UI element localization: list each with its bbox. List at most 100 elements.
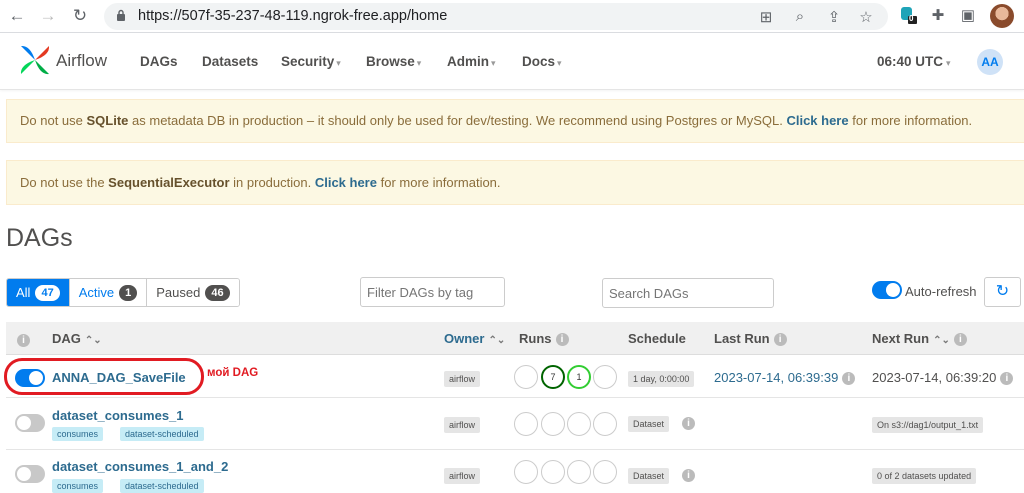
table-row: dataset_consumes_1 consumes dataset-sche… <box>6 398 1024 450</box>
page-title: DAGs <box>6 224 73 252</box>
info-icon[interactable]: i <box>682 469 695 482</box>
tag-chip[interactable]: dataset-scheduled <box>120 427 204 441</box>
tag-chip[interactable]: dataset-scheduled <box>120 479 204 493</box>
run-state-circle[interactable] <box>593 460 617 484</box>
info-icon[interactable]: i <box>682 417 695 430</box>
search-dags-input[interactable] <box>602 278 774 308</box>
tag-filter-input[interactable] <box>360 277 505 307</box>
info-icon[interactable]: i <box>555 333 569 347</box>
schedule-label[interactable]: 1 day, 0:00:00 <box>628 371 695 387</box>
zoom-icon[interactable]: ⌕ <box>790 8 810 25</box>
reload-icon[interactable]: ↻ <box>69 6 91 26</box>
dag-link[interactable]: dataset_consumes_1 <box>52 408 184 423</box>
next-run-dataset-label[interactable]: 0 of 2 datasets updated <box>872 468 977 484</box>
last-run-link[interactable]: 2023-07-14, 06:39:39 i <box>714 370 856 386</box>
menu-browse[interactable]: Browse ▾ <box>366 54 421 69</box>
share-icon[interactable]: ⇪ <box>824 8 844 26</box>
menu-dags[interactable]: DAGs <box>140 54 178 69</box>
run-state-circle[interactable] <box>514 365 538 389</box>
bookmark-star-icon[interactable]: ☆ <box>856 8 876 26</box>
tag-chip[interactable]: consumes <box>52 427 104 441</box>
annotation-highlight-ellipse <box>4 358 204 395</box>
autorefresh-toggle[interactable] <box>872 281 902 299</box>
executor-warning-alert: Do not use the SequentialExecutor in pro… <box>6 160 1024 205</box>
run-state-circle[interactable] <box>593 365 617 389</box>
next-run-value: 2023-07-14, 06:39:20 i <box>872 370 1014 386</box>
extension-badge: 0 <box>909 14 914 23</box>
run-state-circle-success[interactable]: 7 <box>541 365 565 389</box>
paused-count-badge: 46 <box>205 284 230 301</box>
run-state-circle-running[interactable]: 1 <box>567 365 591 389</box>
sqlite-info-link[interactable]: Click here <box>786 113 848 128</box>
refresh-icon: ↻ <box>995 283 1010 300</box>
column-dag[interactable]: DAG ⌃⌄ <box>52 331 102 346</box>
dag-table-header: i DAG ⌃⌄ Owner ⌃⌄ Runs i Schedule Last Run i… <box>6 322 1024 355</box>
puzzle-icon[interactable]: ✚ <box>928 6 948 26</box>
all-count-badge: 47 <box>35 284 60 301</box>
schedule-label[interactable]: Dataset <box>628 416 670 432</box>
run-state-circle[interactable] <box>593 412 617 436</box>
menu-security[interactable]: Security ▾ <box>281 54 341 69</box>
run-state-circle[interactable] <box>567 460 591 484</box>
extension-icon[interactable]: 0 <box>898 6 918 26</box>
user-avatar[interactable]: AA <box>977 49 1003 75</box>
address-bar[interactable]: https://507f-35-237-48-119.ngrok-free.ap… <box>104 3 888 30</box>
column-last-run: Last Run i <box>714 331 787 347</box>
owner-label[interactable]: airflow <box>444 417 481 433</box>
info-icon[interactable]: i <box>842 372 856 386</box>
column-next-run[interactable]: Next Run ⌃⌄ i <box>872 331 967 347</box>
owner-label[interactable]: airflow <box>444 468 481 484</box>
info-icon[interactable]: i <box>1000 372 1014 386</box>
executor-info-link[interactable]: Click here <box>315 175 377 190</box>
menu-admin[interactable]: Admin ▾ <box>447 54 496 69</box>
column-owner[interactable]: Owner ⌃⌄ <box>444 331 505 346</box>
autorefresh-label: Auto-refresh <box>905 284 977 299</box>
airflow-logo-icon[interactable] <box>18 43 52 77</box>
schedule-label[interactable]: Dataset <box>628 468 670 484</box>
forward-arrow-icon[interactable]: → <box>37 6 59 26</box>
tag-chip[interactable]: consumes <box>52 479 104 493</box>
lock-icon <box>117 9 125 21</box>
status-filter-group: All 47 Active 1 Paused 46 <box>6 278 240 307</box>
run-state-circle[interactable] <box>541 412 565 436</box>
browser-profile-avatar[interactable] <box>990 4 1014 28</box>
run-state-circle[interactable] <box>514 412 538 436</box>
run-state-circle[interactable] <box>514 460 538 484</box>
dag-pause-toggle[interactable] <box>15 465 45 483</box>
annotation-label: мой DAG <box>207 367 259 379</box>
sort-icon: ⌃⌄ <box>488 335 506 346</box>
dag-link[interactable]: dataset_consumes_1_and_2 <box>52 459 228 474</box>
airflow-navbar: Airflow DAGs Datasets Security ▾ Browse ▾ … <box>0 33 1024 90</box>
dag-pause-toggle[interactable] <box>15 414 45 432</box>
brand-name[interactable]: Airflow <box>56 51 107 71</box>
filter-paused-button[interactable]: Paused 46 <box>147 279 239 306</box>
menu-datasets[interactable]: Datasets <box>202 54 258 69</box>
info-icon[interactable]: i <box>17 332 30 348</box>
chevron-down-icon: ▾ <box>491 58 496 68</box>
chevron-down-icon: ▾ <box>336 58 341 68</box>
sort-icon: ⌃⌄ <box>933 335 950 346</box>
utc-clock[interactable]: 06:40 UTC ▾ <box>877 54 951 69</box>
column-schedule: Schedule <box>628 331 686 346</box>
active-count-badge: 1 <box>119 284 138 301</box>
back-arrow-icon[interactable]: ← <box>6 6 28 26</box>
menu-docs[interactable]: Docs ▾ <box>522 54 562 69</box>
next-run-dataset-label[interactable]: On s3://dag1/output_1.txt <box>872 417 984 433</box>
column-runs: Runs i <box>519 331 569 347</box>
info-icon[interactable]: i <box>953 333 967 347</box>
filter-all-button[interactable]: All 47 <box>7 279 70 306</box>
side-panel-icon[interactable]: ▣ <box>958 6 978 26</box>
filter-active-button[interactable]: Active 1 <box>69 279 148 306</box>
browser-toolbar: ← → ↻ https://507f-35-237-48-119.ngrok-f… <box>0 0 1024 33</box>
table-row: dataset_consumes_1_and_2 consumes datase… <box>6 450 1024 493</box>
sqlite-warning-alert: Do not use SQLite as metadata DB in prod… <box>6 99 1024 143</box>
run-state-circle[interactable] <box>567 412 591 436</box>
owner-label[interactable]: airflow <box>444 371 481 387</box>
info-icon[interactable]: i <box>773 333 787 347</box>
refresh-button[interactable]: ↻ <box>984 277 1021 307</box>
url-text: https://507f-35-237-48-119.ngrok-free.ap… <box>138 8 448 24</box>
run-state-circle[interactable] <box>541 460 565 484</box>
chevron-down-icon: ▾ <box>416 58 422 68</box>
chevron-down-icon: ▾ <box>557 58 562 68</box>
translate-icon[interactable]: ⊞ <box>756 8 776 26</box>
